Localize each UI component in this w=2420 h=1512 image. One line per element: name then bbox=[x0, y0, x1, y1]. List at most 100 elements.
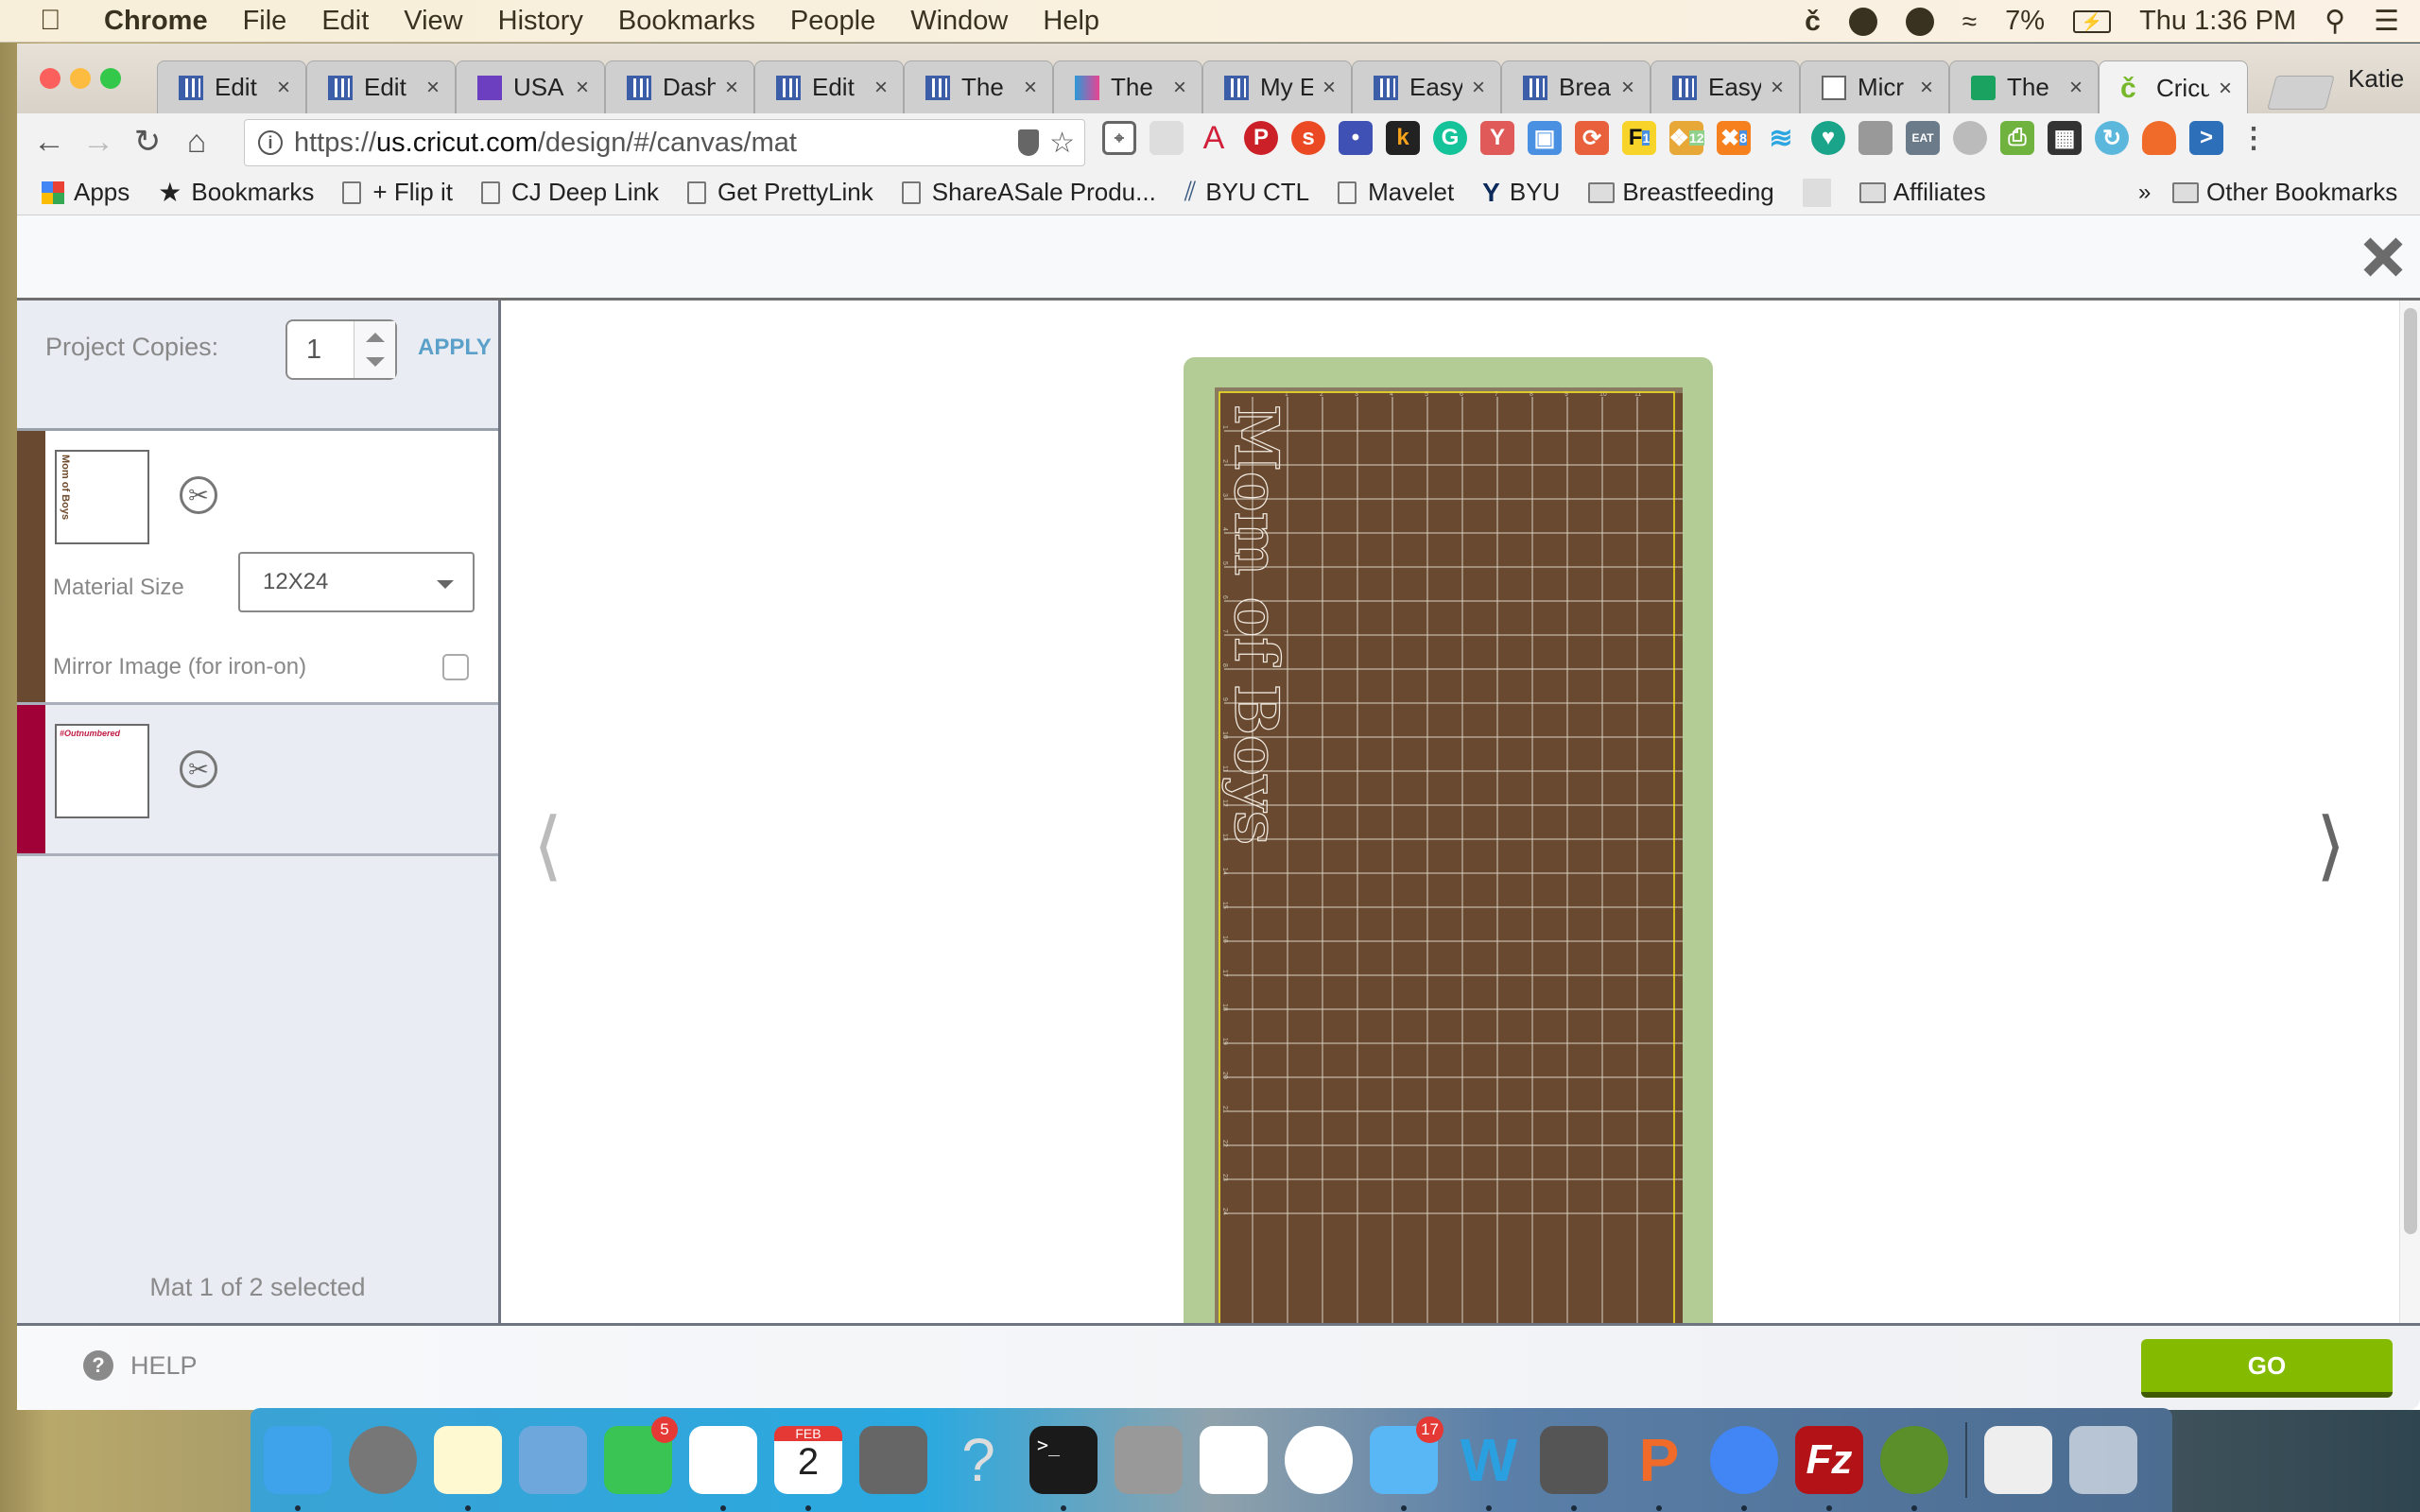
calculator-icon[interactable] bbox=[1115, 1426, 1183, 1494]
bookmark-cj-deep-link[interactable]: CJ Deep Link bbox=[480, 178, 659, 207]
material-size-select[interactable]: 12X24 bbox=[238, 552, 475, 612]
new-tab-button[interactable] bbox=[2267, 76, 2335, 110]
bookmark-butterfly[interactable] bbox=[1802, 178, 1831, 207]
finder-icon[interactable] bbox=[264, 1426, 332, 1511]
spotlight-search-icon[interactable]: ⚲ bbox=[2325, 5, 2345, 38]
color-picker-icon[interactable]: • bbox=[1339, 121, 1373, 155]
calendar-icon[interactable]: FEB 2 bbox=[774, 1426, 842, 1511]
notifications-icon[interactable] bbox=[1905, 7, 1934, 36]
hootsuite-extension-icon[interactable]: ✖ 8 bbox=[1717, 121, 1751, 155]
bookmark-byu-ctl[interactable]: ⫽ BYU CTL bbox=[1184, 177, 1309, 208]
k-extension-icon[interactable]: k bbox=[1386, 121, 1420, 155]
chrome-icon[interactable] bbox=[1710, 1426, 1778, 1511]
tab-5[interactable]: Edit × bbox=[754, 60, 904, 113]
tab-11[interactable]: Easy × bbox=[1651, 60, 1800, 113]
font-extension-icon[interactable]: F1 bbox=[1622, 121, 1656, 155]
chart-extension-icon[interactable] bbox=[1150, 121, 1184, 155]
reload-icon[interactable]: ↻ bbox=[127, 121, 168, 163]
menu-people[interactable]: People bbox=[790, 6, 875, 37]
bookmark-mavelet[interactable]: Mavelet bbox=[1338, 178, 1454, 207]
chrome-window-icon[interactable] bbox=[1984, 1426, 2052, 1494]
tab-close-icon[interactable]: × bbox=[277, 75, 290, 101]
scrollbar-thumb[interactable] bbox=[2404, 308, 2417, 1234]
tab-13[interactable]: The × bbox=[1949, 60, 2099, 113]
project-copies-value[interactable]: 1 bbox=[306, 335, 321, 366]
tab-close-icon[interactable]: × bbox=[576, 75, 589, 101]
bookmark-shareasale-produ[interactable]: ShareASale Produ... bbox=[901, 178, 1156, 207]
google-apps-icon[interactable] bbox=[1200, 1426, 1268, 1494]
forward-icon[interactable]: → bbox=[78, 121, 119, 163]
word-icon[interactable]: W bbox=[1455, 1426, 1523, 1511]
tab-10[interactable]: Brea × bbox=[1501, 60, 1651, 113]
tab-close-icon[interactable]: × bbox=[2219, 76, 2232, 102]
filezilla-icon[interactable]: Fz bbox=[1795, 1426, 1863, 1511]
bookmark-get-prettylink[interactable]: Get PrettyLink bbox=[687, 178, 873, 207]
bookmark-bookmarks[interactable]: ★ Bookmarks bbox=[158, 177, 314, 208]
tab-1[interactable]: Edit × bbox=[157, 60, 306, 113]
launchpad-icon[interactable] bbox=[349, 1426, 417, 1494]
apple-menu-icon[interactable]:  bbox=[40, 6, 68, 36]
menu-file[interactable]: File bbox=[243, 6, 287, 37]
powerpoint-icon[interactable]: P bbox=[1625, 1426, 1693, 1511]
close-icon[interactable] bbox=[2361, 236, 2403, 278]
tab-close-icon[interactable]: × bbox=[874, 75, 888, 101]
menu-help[interactable]: Help bbox=[1043, 6, 1099, 37]
vertical-scrollbar[interactable] bbox=[2399, 301, 2420, 1323]
bookmark-star-icon[interactable]: ☆ bbox=[1049, 127, 1075, 160]
time-machine-icon[interactable] bbox=[1880, 1426, 1948, 1511]
tab-close-icon[interactable]: × bbox=[1322, 75, 1336, 101]
address-bar[interactable]: i https:// us.cricut.com /design/#/canva… bbox=[244, 119, 1085, 166]
tab-7[interactable]: The × bbox=[1053, 60, 1202, 113]
gray-extension-icon[interactable] bbox=[1858, 121, 1893, 155]
bookmark-affiliates[interactable]: Affiliates bbox=[1858, 178, 1986, 207]
cast-icon[interactable]: ⌖ bbox=[1102, 121, 1136, 155]
blocked-content-icon[interactable] bbox=[1018, 129, 1039, 156]
chrome-menu-icon[interactable]: ⋮ bbox=[2237, 121, 2271, 155]
tab-8[interactable]: My E × bbox=[1202, 60, 1352, 113]
notes-icon[interactable] bbox=[434, 1426, 502, 1511]
tab-14[interactable]: č Cricu × bbox=[2099, 60, 2248, 115]
mirror-image-checkbox[interactable] bbox=[442, 654, 469, 680]
film-extension-icon[interactable]: ▦ bbox=[2048, 121, 2082, 155]
tab-close-icon[interactable]: × bbox=[725, 75, 738, 101]
grammarly-icon[interactable]: G bbox=[1433, 121, 1467, 155]
project-copies-stepper[interactable]: 1 bbox=[285, 319, 397, 380]
acrobat-icon[interactable]: A bbox=[1197, 120, 1231, 156]
sublime-text-icon[interactable] bbox=[1540, 1426, 1608, 1511]
tab-12[interactable]: Micr × bbox=[1800, 60, 1949, 113]
menu-app-name[interactable]: Chrome bbox=[104, 6, 208, 37]
minimize-window-button[interactable] bbox=[70, 68, 91, 89]
tab-close-icon[interactable]: × bbox=[426, 75, 440, 101]
mat-item-1[interactable]: Mom of Boys ✂ Material Size 12X24 Mirror… bbox=[17, 431, 498, 705]
tab-close-icon[interactable]: × bbox=[1024, 75, 1037, 101]
tab-close-icon[interactable]: × bbox=[1771, 75, 1784, 101]
wave-extension-icon[interactable]: ≋ bbox=[1764, 121, 1798, 155]
help-button[interactable]: ? HELP bbox=[83, 1350, 198, 1381]
tab-9[interactable]: Easy × bbox=[1352, 60, 1501, 113]
notification-center-icon[interactable]: ☰ bbox=[2374, 5, 2399, 38]
photos-icon[interactable] bbox=[1285, 1426, 1353, 1494]
bookmark-byu[interactable]: Y BYU bbox=[1482, 178, 1560, 208]
tag-extension-icon[interactable]: ▣ bbox=[1528, 121, 1562, 155]
stumbleupon-icon[interactable]: s bbox=[1291, 121, 1325, 155]
bookmark-apps[interactable]: Apps bbox=[42, 178, 130, 207]
site-info-icon[interactable]: i bbox=[258, 130, 283, 155]
previous-mat-arrow[interactable]: ⟨ bbox=[533, 801, 562, 889]
bookmark-breastfeeding[interactable]: Breastfeeding bbox=[1588, 178, 1774, 207]
tab-3[interactable]: USA × bbox=[456, 60, 605, 113]
apply-button[interactable]: APPLY bbox=[418, 335, 492, 361]
tab-4[interactable]: Dash × bbox=[605, 60, 754, 113]
tab-6[interactable]: The × bbox=[904, 60, 1053, 113]
heart-bag-icon[interactable]: ♥ bbox=[1811, 121, 1845, 155]
decrement-icon[interactable] bbox=[366, 357, 385, 367]
yelp-icon[interactable]: Y bbox=[1480, 121, 1514, 155]
refresh-extension-icon[interactable]: ⟳ bbox=[1575, 121, 1609, 155]
creative-cloud-icon[interactable] bbox=[1848, 7, 1877, 36]
tab-close-icon[interactable]: × bbox=[1472, 75, 1485, 101]
facetime-icon[interactable]: 5 bbox=[604, 1417, 678, 1494]
bookmark-flip-it[interactable]: + Flip it bbox=[342, 178, 453, 207]
tab-close-icon[interactable]: × bbox=[1920, 75, 1933, 101]
reminders-icon[interactable] bbox=[689, 1426, 757, 1511]
cricut-status-icon[interactable]: č bbox=[1805, 6, 1821, 38]
close-window-button[interactable] bbox=[40, 68, 60, 89]
